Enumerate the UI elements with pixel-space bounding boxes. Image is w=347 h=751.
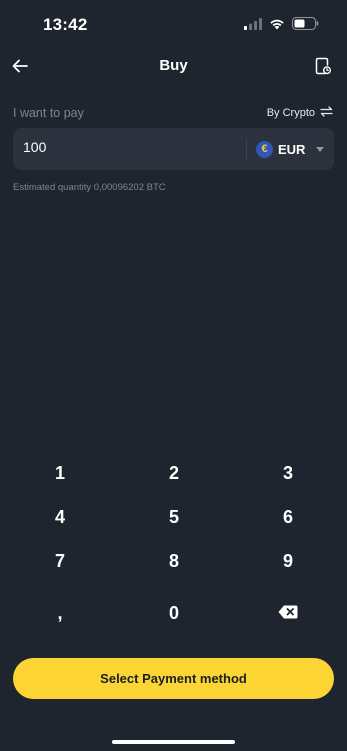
key-9[interactable]: 9 [243,541,333,581]
by-crypto-toggle[interactable]: By Crypto [267,106,333,120]
backspace-icon [278,603,298,624]
caret-down-icon [316,146,325,152]
estimated-quantity: Estimated quantity 0,00096202 BTC [13,182,166,193]
header: Buy [0,50,347,86]
key-3[interactable]: 3 [243,453,333,493]
amount-input[interactable] [23,139,223,155]
history-icon [315,57,331,80]
key-4[interactable]: 4 [15,497,105,537]
key-7[interactable]: 7 [15,541,105,581]
key-8[interactable]: 8 [129,541,219,581]
pay-label: I want to pay [13,106,84,120]
wifi-icon [269,17,285,35]
currency-code: EUR [278,141,306,157]
buy-screen: 13:42 Buy I want to pay By Crypto 100 € … [0,0,347,751]
by-crypto-label: By Crypto [266,107,315,119]
order-history-button[interactable] [309,54,337,82]
key-2[interactable]: 2 [129,453,219,493]
euro-icon: € [256,140,273,158]
key-5[interactable]: 5 [129,497,219,537]
key-6[interactable]: 6 [243,497,333,537]
currency-selector[interactable]: € EUR [256,138,325,160]
battery-icon [292,17,319,35]
status-bar: 13:42 [0,0,347,50]
currency-divider [246,138,247,160]
signal-icon [244,17,262,35]
select-payment-method-label: Select Payment method [100,671,247,686]
home-indicator [112,740,235,744]
backspace-key[interactable] [243,593,333,633]
key-decimal-comma[interactable]: , [15,593,105,633]
key-0[interactable]: 0 [129,593,219,633]
amount-field: € EUR [13,128,334,170]
key-1[interactable]: 1 [15,453,105,493]
page-title: Buy [159,57,188,74]
status-time: 13:42 [43,15,88,34]
select-payment-method-button[interactable]: Select Payment method [13,658,334,699]
swap-icon [320,106,333,120]
status-icons [244,17,319,35]
